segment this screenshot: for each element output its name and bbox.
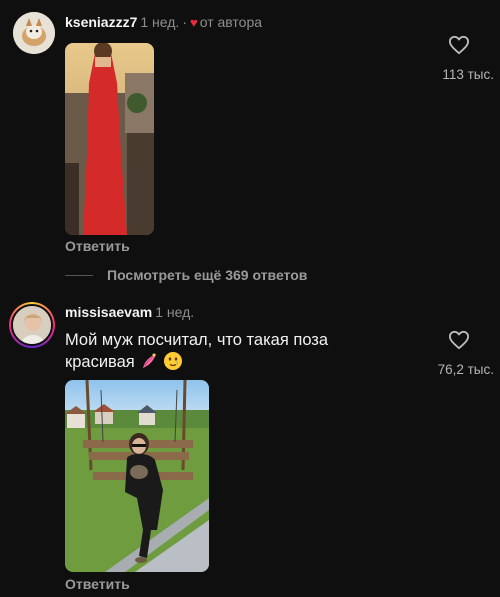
comment-photo[interactable] — [65, 380, 209, 572]
heart-outline-icon[interactable] — [448, 35, 470, 55]
comment-meta: missisaevam 1 нед. — [65, 304, 194, 320]
divider-line — [65, 274, 93, 276]
comment-photo[interactable] — [65, 43, 154, 235]
avatar[interactable] — [11, 304, 53, 346]
heart-outline-icon[interactable] — [448, 330, 470, 350]
author-label: от автора — [199, 14, 263, 30]
reply-button[interactable]: Ответить — [65, 576, 130, 592]
comment-item: kseniazzz71 нед.·♥от автора Ответить — [0, 0, 500, 283]
timestamp: 1 нед. — [140, 14, 180, 30]
username[interactable]: kseniazzz7 — [65, 14, 137, 30]
timestamp: 1 нед. — [155, 304, 195, 320]
like-count: 113 тыс. — [442, 67, 494, 82]
avatar[interactable] — [13, 12, 55, 54]
like-group: 113 тыс. — [442, 35, 494, 82]
smiling-face-with-tear-icon — [163, 352, 182, 370]
username[interactable]: missisaevam — [65, 304, 152, 320]
red-heart-icon: ♥ — [190, 15, 198, 30]
like-count: 76,2 тыс. — [437, 362, 494, 377]
like-group: 76,2 тыс. — [438, 330, 494, 377]
comment-text-content: Мой муж посчитал, что такая поза красива… — [65, 331, 329, 371]
reply-button[interactable]: Ответить — [65, 238, 130, 254]
comment-item: missisaevam 1 нед. Мой муж посчитал, что … — [0, 292, 500, 597]
comment-text: Мой муж посчитал, что такая поза красива… — [65, 329, 395, 373]
tongue-emoji-icon — [142, 353, 156, 368]
comment-meta: kseniazzz7 1 нед. · ♥ от автора — [65, 14, 262, 30]
view-more-replies[interactable]: Посмотреть ещё 369 ответов — [65, 267, 307, 283]
separator-dot: · — [182, 14, 187, 30]
view-more-label: Посмотреть ещё 369 ответов — [107, 267, 308, 283]
